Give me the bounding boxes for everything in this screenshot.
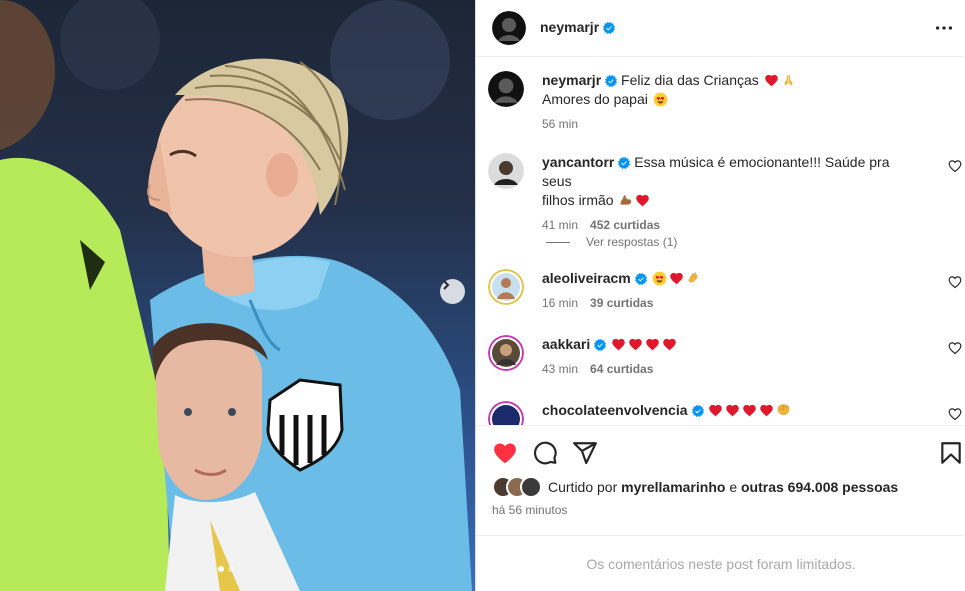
next-arrow-icon [443,280,450,290]
red-heart-emoji [662,337,677,352]
comment-username[interactable]: aakkari [542,336,590,352]
like-comment-heart-icon[interactable] [948,407,962,421]
liked-by-user[interactable]: myrellamarinho [621,479,725,495]
red-heart-emoji [628,337,643,352]
comment-timestamp: 43 min [542,362,579,376]
commenter-avatar[interactable] [488,401,524,425]
comment-item: chocolateenvolvencia [488,401,958,425]
comment-likes[interactable]: 64 curtidas [590,362,653,376]
comments-limited-notice: Os comentários neste post foram limitado… [476,535,965,591]
view-replies-label[interactable]: Ver respostas (1) [586,235,677,249]
author-username-header[interactable]: neymarjr [540,19,615,37]
commenter-avatar[interactable] [488,335,524,371]
red-heart-emoji [611,337,626,352]
liked-by-avatars [492,476,544,498]
heart-icon[interactable] [492,440,518,466]
flexed-biceps-emoji [618,193,633,208]
comment-item: yancantorr Essa música é emocionante!!! … [488,153,958,235]
verified-icon [692,405,704,417]
carousel-dot [218,566,224,572]
comment-item: aakkari 43 min 64 curtidas [488,335,958,379]
comment-text-line2: filhos irmão [542,192,614,208]
next-image-button[interactable] [440,279,465,304]
red-heart-emoji [759,403,774,418]
red-heart-emoji [645,337,660,352]
comment-likes[interactable]: 39 curtidas [590,296,653,310]
red-heart-emoji [708,403,723,418]
red-heart-emoji [742,403,757,418]
comment-item: aleoliveiracm 16 min 39 curtidas [488,269,958,313]
comments-limited-text: Os comentários neste post foram limitado… [586,555,856,572]
photo-illustration [0,0,472,591]
caption-timestamp: 56 min [542,117,579,131]
liked-by-prefix: Curtido por [548,479,618,495]
author-username[interactable]: neymarjr [540,19,599,35]
red-heart-emoji [669,271,684,286]
praying-hands-emoji [781,73,796,88]
caption-text: Feliz dia das Crianças [621,72,759,88]
red-heart-emoji [725,403,740,418]
liked-by-conjunction: e [729,479,738,495]
post-header: neymarjr [476,0,965,57]
bookmark-icon[interactable] [938,440,964,466]
comment-username[interactable]: yancantorr [542,154,614,170]
red-heart-emoji [764,73,779,88]
red-heart-emoji [635,193,650,208]
post-timestamp[interactable]: há 56 minutos [492,503,567,517]
heart-eyes-emoji [653,92,668,107]
comment-likes[interactable]: 452 curtidas [590,218,660,232]
comment-username[interactable]: chocolateenvolvencia [542,402,688,418]
comments-list[interactable]: neymarjr Feliz dia das Crianças Amores d… [476,57,965,425]
replies-divider [546,241,570,243]
verified-icon [594,339,606,351]
heart-eyes-emoji [652,271,667,286]
verified-icon [605,75,617,87]
share-icon[interactable] [572,440,598,466]
more-options-icon[interactable] [933,17,955,39]
post-caption: neymarjr Feliz dia das Crianças Amores d… [488,71,958,134]
post-side-panel: neymarjr neymarjr Feliz dia das Crianças… [475,0,965,591]
author-avatar[interactable] [488,71,524,107]
clapping-hands-emoji [686,271,701,286]
liked-by[interactable]: Curtido por myrellamarinho e outras 694.… [492,476,898,498]
verified-icon [603,22,615,34]
caption-text-line2: Amores do papai [542,91,648,107]
comment-icon[interactable] [532,440,558,466]
avatar [520,476,542,498]
comment-timestamp: 16 min [542,296,579,310]
raising-hands-emoji [776,403,791,418]
liked-by-others[interactable]: outras 694.008 pessoas [741,479,898,495]
comment-timestamp: 41 min [542,218,579,232]
like-comment-heart-icon[interactable] [948,159,962,173]
author-avatar[interactable] [492,11,526,45]
commenter-avatar[interactable] [488,269,524,305]
comment-username[interactable]: aleoliveiracm [542,270,631,286]
carousel-dots [218,566,234,572]
caption-username[interactable]: neymarjr [542,72,601,88]
carousel-dot [228,566,234,572]
verified-icon [635,273,647,285]
verified-icon [618,157,630,169]
post-image[interactable] [0,0,475,591]
view-replies-button[interactable]: Ver respostas (1) [546,235,677,249]
like-comment-heart-icon[interactable] [948,341,962,355]
like-comment-heart-icon[interactable] [948,275,962,289]
commenter-avatar[interactable] [488,153,524,189]
